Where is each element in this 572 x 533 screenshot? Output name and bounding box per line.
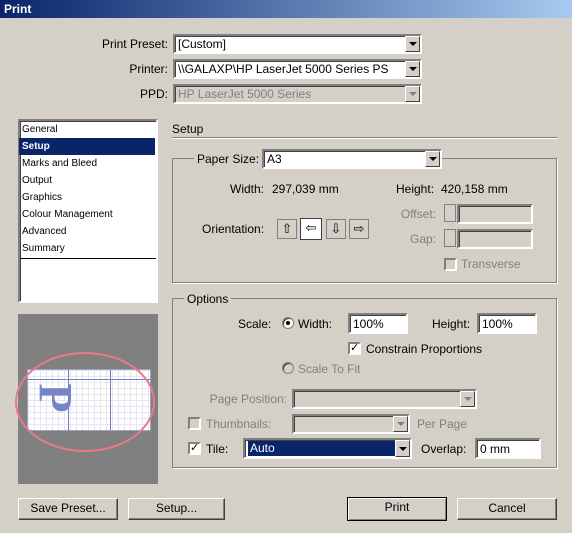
constrain-checkbox[interactable]: ✓ bbox=[348, 342, 361, 355]
overlap-label: Overlap: bbox=[421, 442, 467, 456]
setup-button[interactable]: Setup... bbox=[128, 498, 225, 520]
orientation-label: Orientation: bbox=[202, 222, 265, 236]
transverse-label: Transverse bbox=[461, 257, 521, 271]
category-item-setup[interactable]: Setup bbox=[19, 138, 155, 155]
gap-input[interactable] bbox=[457, 229, 533, 249]
per-page-label: Per Page bbox=[417, 417, 468, 431]
height-value: 420,158 mm bbox=[441, 182, 508, 196]
dropdown-arrow-icon bbox=[405, 36, 420, 52]
reverse-portrait-icon[interactable]: ⇩ bbox=[326, 219, 346, 239]
dropdown-arrow-icon bbox=[425, 151, 440, 167]
offset-label: Offset: bbox=[400, 207, 436, 221]
offset-input[interactable] bbox=[457, 204, 533, 224]
dropdown-arrow-icon bbox=[395, 440, 410, 457]
width-label: Width: bbox=[230, 182, 265, 196]
width-radio-label: Width: bbox=[298, 317, 333, 331]
page-position-dropdown[interactable] bbox=[292, 389, 477, 409]
ppd-dropdown[interactable]: HP LaserJet 5000 Series bbox=[173, 84, 422, 104]
width-radio[interactable] bbox=[282, 317, 294, 329]
tile-checkbox[interactable]: ✓ bbox=[188, 442, 201, 455]
printer-value: \\GALAXP\HP LaserJet 5000 Series PS bbox=[178, 62, 389, 76]
thumbnails-checkbox[interactable] bbox=[188, 417, 201, 430]
height-label: Height: bbox=[396, 182, 435, 196]
width-value: 297,039 mm bbox=[272, 182, 339, 196]
category-item-advanced[interactable]: Advanced bbox=[19, 223, 155, 240]
annotation-circle bbox=[15, 352, 155, 452]
dropdown-arrow-icon bbox=[405, 86, 420, 102]
printer-label: Printer: bbox=[129, 62, 168, 76]
constrain-label: Constrain Proportions bbox=[366, 342, 483, 356]
portrait-icon[interactable]: ⇧ bbox=[277, 219, 297, 239]
dropdown-arrow-icon bbox=[405, 61, 420, 77]
print-preview: P bbox=[15, 314, 158, 484]
scale-to-fit-radio[interactable] bbox=[282, 362, 294, 374]
ppd-label: PPD: bbox=[139, 87, 168, 101]
thumbnails-dropdown[interactable] bbox=[292, 414, 410, 434]
category-item-summary[interactable]: Summary bbox=[19, 240, 155, 257]
transverse-checkbox[interactable] bbox=[444, 258, 457, 271]
category-item-graphics[interactable]: Graphics bbox=[19, 189, 155, 206]
setup-heading: Setup bbox=[172, 122, 204, 136]
tile-label: Tile: bbox=[206, 442, 229, 456]
tile-value: Auto bbox=[248, 441, 396, 456]
category-items: General Setup Marks and Bleed Output Graphic… bbox=[18, 121, 158, 291]
save-preset-button[interactable]: Save Preset... bbox=[18, 498, 118, 520]
reverse-landscape-icon[interactable]: ⇨ bbox=[349, 219, 369, 239]
print-preset-label: Print Preset: bbox=[101, 37, 168, 51]
window-title: Print bbox=[4, 2, 32, 16]
category-item-general[interactable]: General bbox=[19, 121, 155, 138]
category-item-output[interactable]: Output bbox=[19, 172, 155, 189]
thumbnails-label: Thumbnails: bbox=[206, 417, 272, 431]
print-button[interactable]: Print bbox=[347, 497, 447, 521]
gap-label: Gap: bbox=[409, 232, 436, 246]
scale-width-input[interactable]: 100% bbox=[348, 313, 408, 334]
scale-height-input[interactable]: 100% bbox=[477, 313, 537, 334]
paper-size-dropdown[interactable]: A3 bbox=[262, 149, 442, 169]
printer-dropdown[interactable]: \\GALAXP\HP LaserJet 5000 Series PS bbox=[173, 59, 422, 79]
print-preset-value: [Custom] bbox=[178, 37, 227, 51]
scale-height-label: Height: bbox=[432, 317, 471, 331]
category-item-marks-and-bleed[interactable]: Marks and Bleed bbox=[19, 155, 155, 172]
page-position-label: Page Position: bbox=[209, 392, 287, 406]
scale-label: Scale: bbox=[238, 317, 272, 331]
dropdown-arrow-icon bbox=[460, 391, 475, 407]
spinner-icon[interactable] bbox=[444, 229, 456, 247]
paper-size-value: A3 bbox=[267, 152, 282, 166]
cancel-button[interactable]: Cancel bbox=[457, 498, 557, 520]
title-bar: Print bbox=[0, 0, 572, 18]
ppd-value: HP LaserJet 5000 Series bbox=[178, 87, 312, 101]
spinner-icon[interactable] bbox=[444, 204, 456, 222]
setup-separator bbox=[172, 137, 557, 139]
options-legend: Options bbox=[184, 291, 232, 307]
dropdown-arrow-icon bbox=[393, 416, 408, 432]
overlap-input[interactable]: 0 mm bbox=[475, 438, 541, 459]
landscape-icon[interactable]: ⇦ bbox=[300, 218, 322, 240]
print-preset-dropdown[interactable]: [Custom] bbox=[173, 34, 422, 54]
paper-size-label: Paper Size: bbox=[194, 151, 263, 167]
scale-to-fit-label: Scale To Fit bbox=[298, 362, 361, 376]
category-item-colour-management[interactable]: Colour Management bbox=[19, 206, 155, 223]
tile-dropdown[interactable]: Auto bbox=[243, 438, 412, 459]
